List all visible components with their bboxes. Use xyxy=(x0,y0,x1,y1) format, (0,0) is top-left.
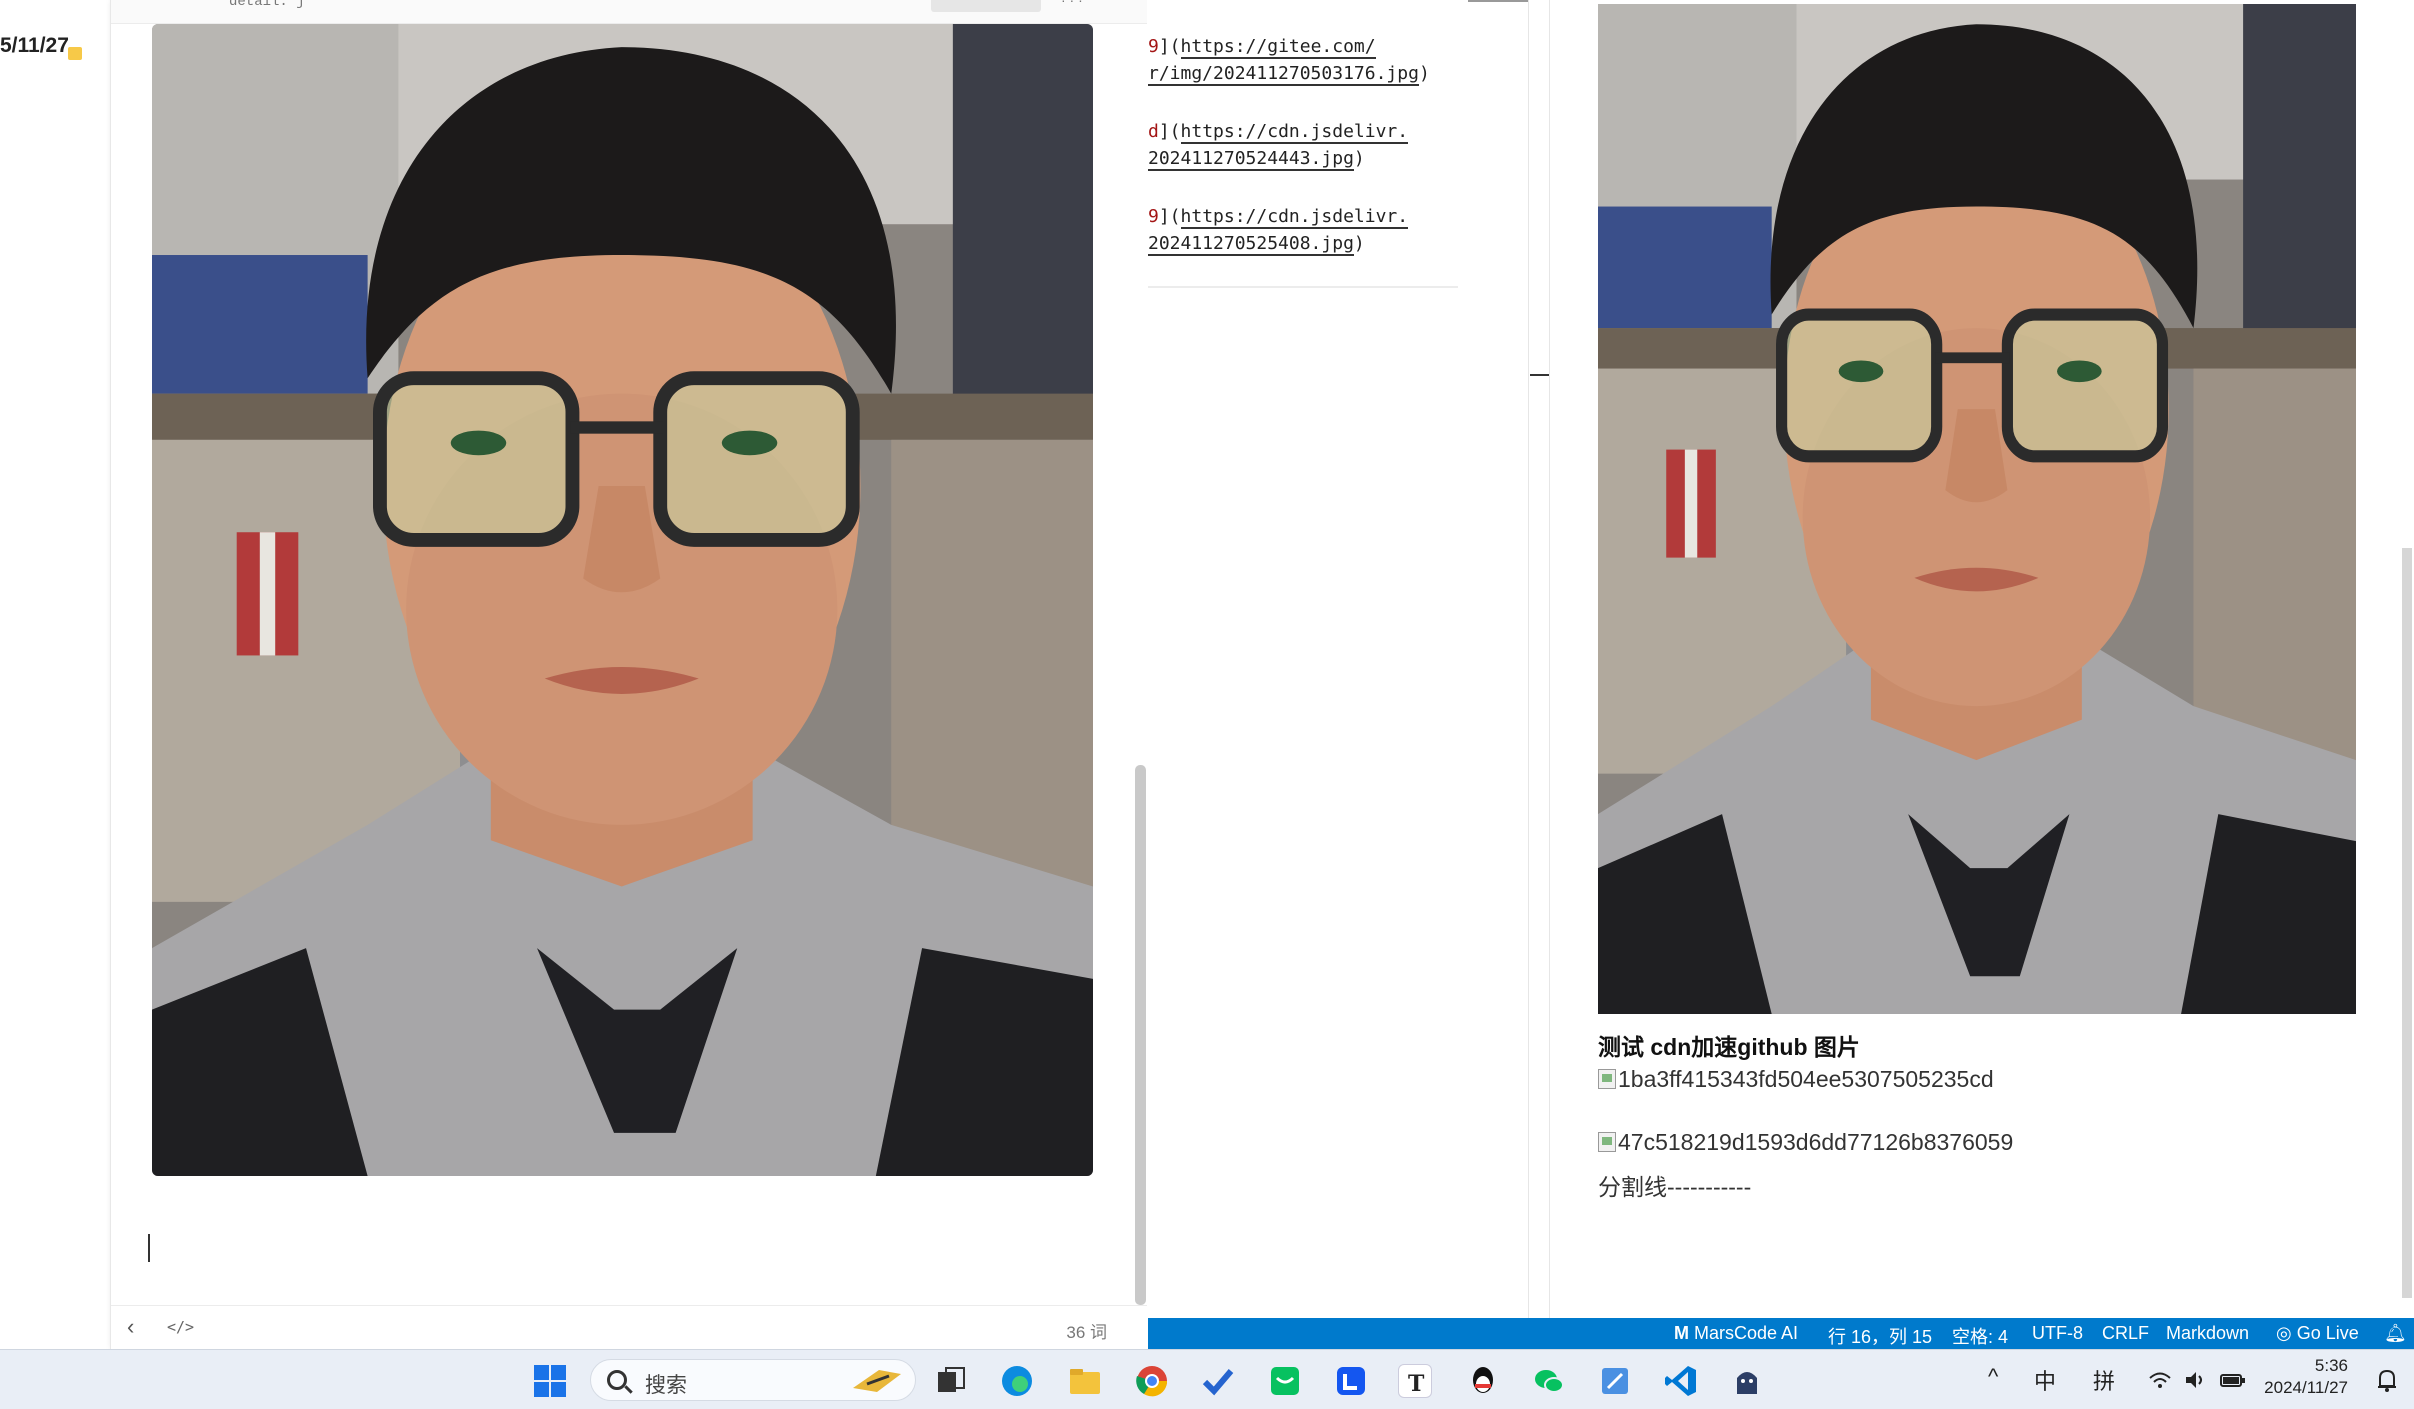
code-line[interactable]: 9](https://gitee.com/ xyxy=(1148,36,1376,59)
notepad-icon[interactable] xyxy=(1598,1364,1632,1398)
edge-icon[interactable] xyxy=(1000,1364,1034,1398)
preview-heading: 测试 cdn加速github 图片 xyxy=(1598,1034,1860,1060)
cursor-position[interactable]: 行 16，列 15 xyxy=(1828,1323,1932,1349)
marscode-status[interactable]: M MarsCode AI xyxy=(1674,1323,1798,1344)
vscode-status-bar: M MarsCode AI 行 16，列 15 空格: 4 UTF-8 CRLF… xyxy=(1148,1318,2414,1349)
chrome-icon[interactable] xyxy=(1135,1364,1169,1398)
pane-divider[interactable] xyxy=(1528,0,1529,1318)
broken-image-icon xyxy=(1598,1132,1616,1152)
ghost-icon[interactable] xyxy=(1730,1364,1764,1398)
start-icon[interactable] xyxy=(533,1364,567,1398)
bell-icon[interactable]: 🔔︎ xyxy=(2384,1323,2407,1344)
search-icon xyxy=(607,1370,627,1390)
wechat-work-icon[interactable] xyxy=(1268,1364,1302,1398)
task-view-icon[interactable] xyxy=(934,1364,968,1398)
markdown-source-editor[interactable]: 9](https://gitee.com/ r/img/202411270503… xyxy=(1148,0,1529,1318)
left-window-strip: 5/11/27 xyxy=(0,0,110,1349)
search-highlight-icon xyxy=(853,1370,901,1392)
svg-text:T: T xyxy=(1408,1371,1425,1397)
broken-image-alt: 1ba3ff415343fd504ee5307505235cd xyxy=(1618,1066,1994,1092)
wifi-icon[interactable] xyxy=(2148,1370,2172,1390)
word-count[interactable]: 36 词 xyxy=(1066,1318,1107,1343)
broken-image: 1ba3ff415343fd504ee5307505235cd xyxy=(1598,1066,1994,1093)
go-live-button[interactable]: ◎ Go Live xyxy=(2276,1323,2359,1344)
ime-language[interactable]: 中 xyxy=(2034,1364,2056,1396)
markdown-preview: 测试 cdn加速github 图片 1ba3ff415343fd504ee530… xyxy=(1550,0,2414,1318)
ime-mode[interactable]: 拼 xyxy=(2093,1364,2115,1396)
preview-scrollbar[interactable] xyxy=(2402,548,2412,1298)
eol-setting[interactable]: CRLF xyxy=(2102,1323,2149,1344)
windows-taskbar: 搜索 T ^ 中 拼 5:36 2024/11/27 xyxy=(0,1349,2414,1409)
todo-icon[interactable] xyxy=(1201,1364,1235,1398)
file-explorer-icon[interactable] xyxy=(1068,1364,1102,1398)
editor-top-strip: detail. j · · · xyxy=(111,0,1147,24)
preview-photo xyxy=(1598,4,2356,1014)
taskbar-search[interactable]: 搜索 xyxy=(590,1359,916,1401)
text-caret xyxy=(148,1234,150,1262)
code-line[interactable]: 202411270524443.jpg) xyxy=(1148,148,1365,171)
marscode-icon: M xyxy=(1674,1323,1689,1343)
broken-image-icon xyxy=(1598,1069,1616,1089)
folder-icon xyxy=(68,47,82,60)
broadcast-icon: ◎ xyxy=(2276,1323,2292,1343)
code-line[interactable]: 202411270525408.jpg) xyxy=(1148,233,1365,256)
typora-icon[interactable]: T xyxy=(1398,1364,1432,1398)
sash-mark xyxy=(1530,374,1550,376)
editor-top-button[interactable] xyxy=(931,0,1041,12)
lark-icon[interactable] xyxy=(1334,1364,1368,1398)
search-placeholder: 搜索 xyxy=(645,1374,687,1397)
code-line[interactable]: r/img/202411270503176.jpg) xyxy=(1148,63,1430,86)
typora-editor-window: detail. j · · · ‹ </> 36 词 xyxy=(110,0,1148,1349)
system-clock[interactable]: 5:36 2024/11/27 xyxy=(2264,1355,2348,1399)
source-mode-icon[interactable]: </> xyxy=(167,1316,197,1338)
sidebar-toggle-icon[interactable]: ‹ xyxy=(127,1316,149,1338)
left-date-fragment: 5/11/27 xyxy=(0,34,69,57)
language-mode[interactable]: Markdown xyxy=(2166,1323,2249,1344)
clock-date: 2024/11/27 xyxy=(2264,1378,2348,1397)
broken-image-alt: 47c518219d1593d6dd77126b8376059 xyxy=(1618,1129,2014,1155)
wechat-icon[interactable] xyxy=(1532,1364,1566,1398)
indent-setting[interactable]: 空格: 4 xyxy=(1952,1323,2008,1349)
broken-image: 47c518219d1593d6dd77126b8376059 xyxy=(1598,1129,2013,1156)
editor-scrollbar[interactable] xyxy=(1135,765,1146,1305)
tray-overflow-icon[interactable]: ^ xyxy=(1988,1364,1998,1390)
editor-top-text: detail. j xyxy=(229,0,305,10)
minimap-mark xyxy=(1468,0,1528,2)
editor-footer: ‹ </> 36 词 xyxy=(111,1305,1147,1349)
battery-icon[interactable] xyxy=(2220,1370,2246,1390)
volume-icon[interactable] xyxy=(2184,1370,2206,1390)
more-icon[interactable]: · · · xyxy=(1061,0,1083,8)
code-separator xyxy=(1148,286,1458,288)
clock-time: 5:36 xyxy=(2314,1356,2348,1375)
preview-divider-text: 分割线----------- xyxy=(1598,1174,1752,1200)
code-line[interactable]: d](https://cdn.jsdelivr. xyxy=(1148,121,1409,144)
code-line[interactable]: 9](https://cdn.jsdelivr. xyxy=(1148,206,1409,229)
vscode-icon[interactable] xyxy=(1664,1364,1698,1398)
encoding-setting[interactable]: UTF-8 xyxy=(2032,1323,2083,1344)
qq-icon[interactable] xyxy=(1466,1364,1500,1398)
editor-embedded-photo[interactable] xyxy=(152,24,1093,1176)
notification-icon[interactable] xyxy=(2376,1368,2398,1392)
